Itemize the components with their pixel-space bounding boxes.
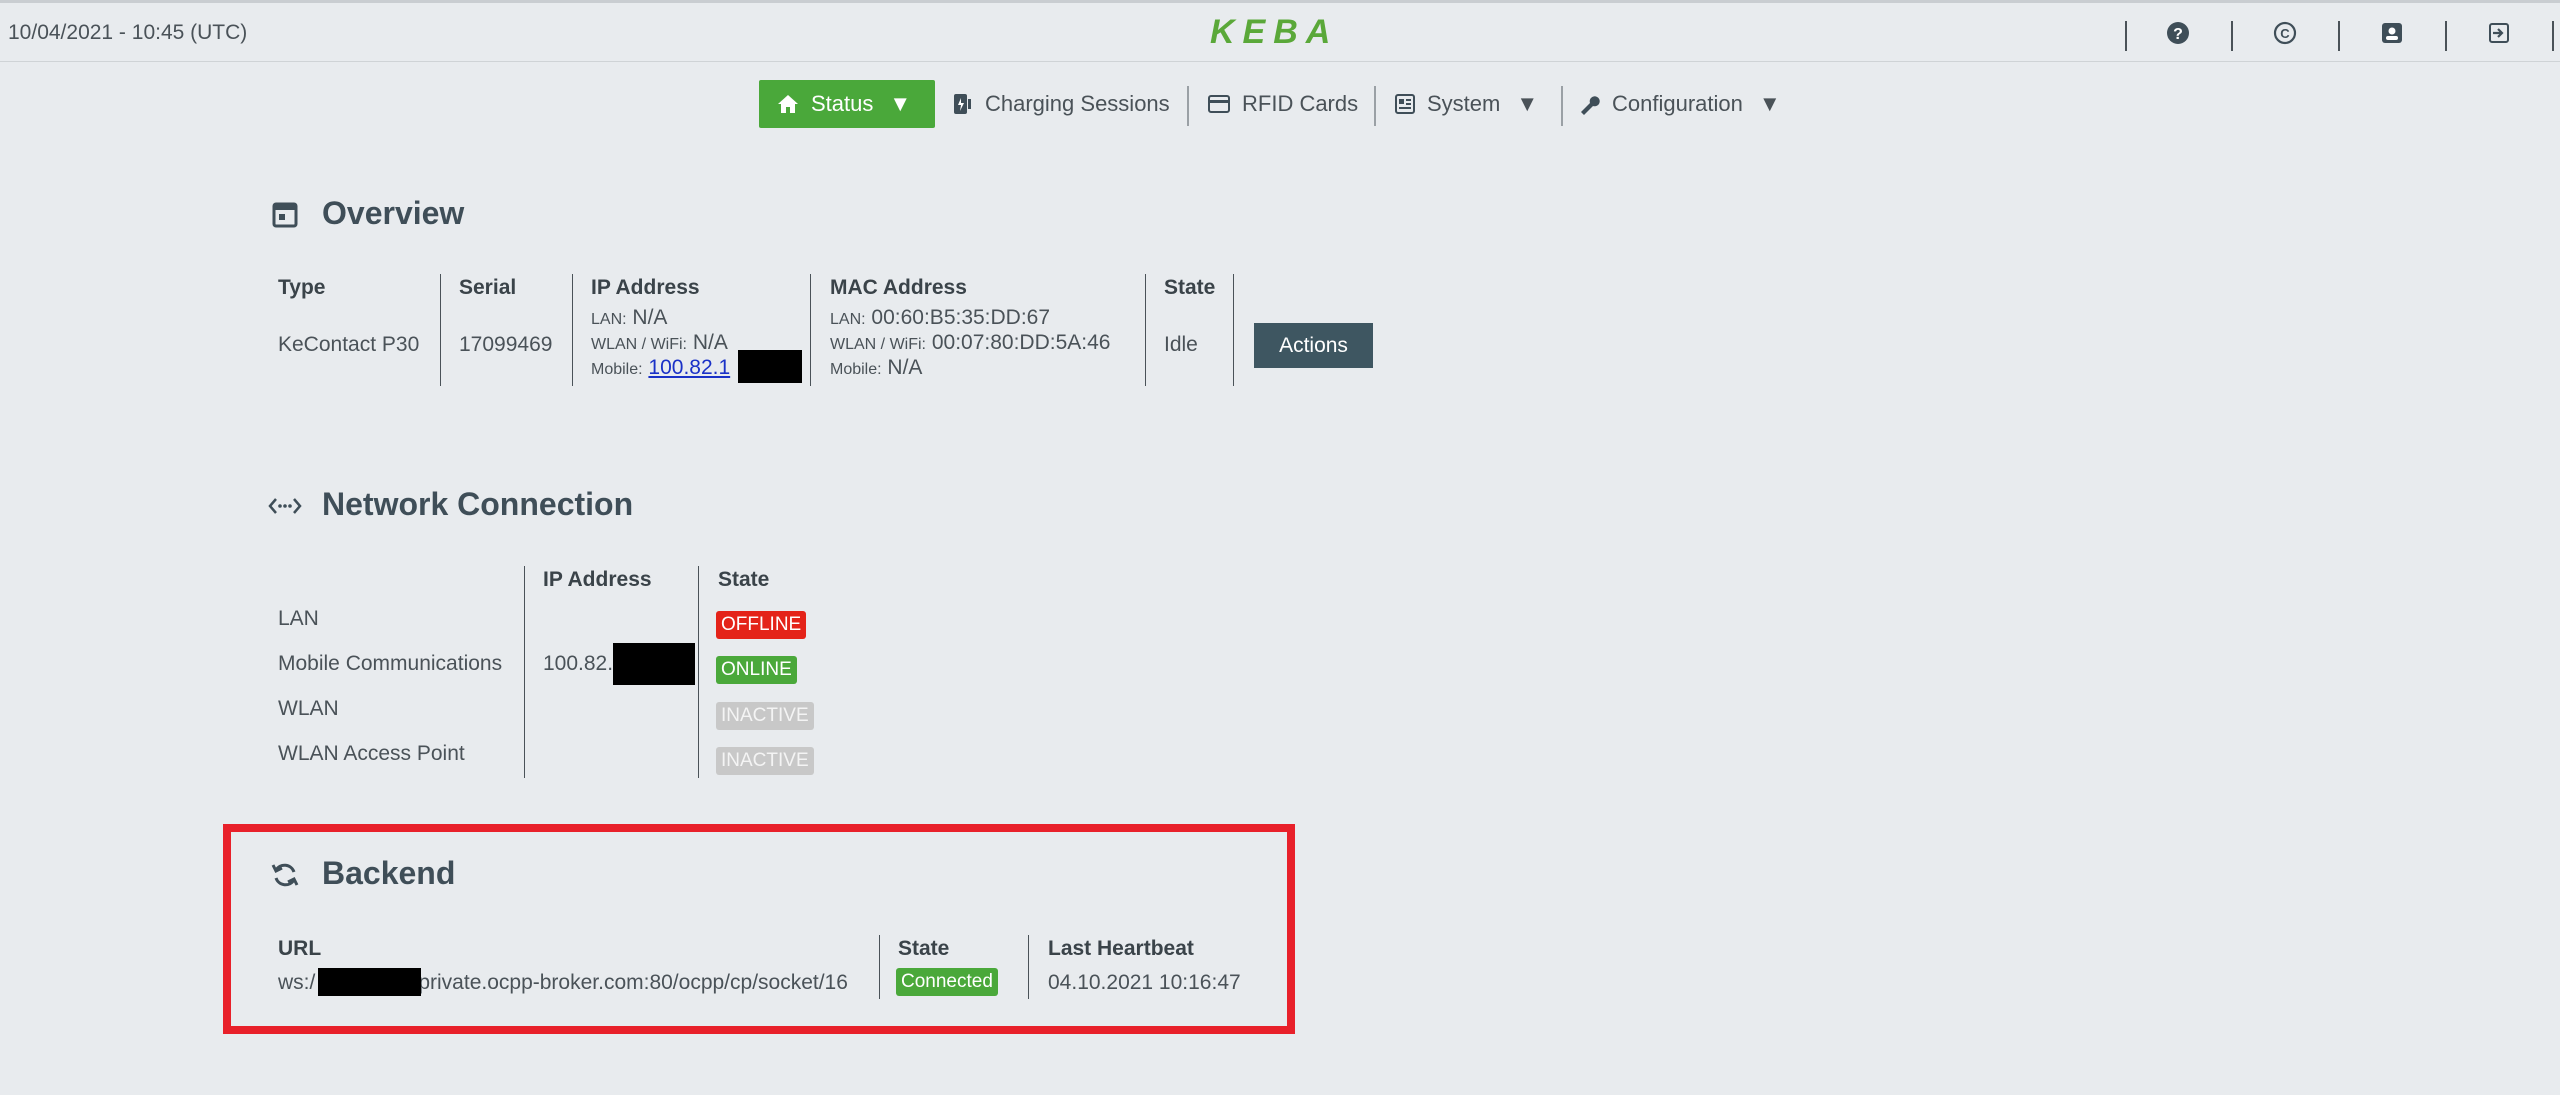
chevron-down-icon[interactable]: ▼ [889,91,911,117]
redaction-box [738,350,802,383]
backend-title: Backend [322,855,456,891]
status-badge: Connected [896,968,998,996]
column-divider [810,274,811,386]
status-badge: INACTIVE [716,702,814,730]
separator [1561,86,1563,126]
ip-lan: LAN: N/A [591,306,668,329]
network-row-lan: LAN [278,607,319,630]
nav-status-label: Status [811,91,874,116]
network-icon [268,498,302,514]
chevron-down-icon[interactable]: ▼ [1759,91,1781,117]
keba-logo: KEBA [1210,13,1339,51]
card-icon [1208,95,1230,113]
actions-button[interactable]: Actions [1254,323,1373,368]
nav-configuration[interactable]: Configuration ▼ [1578,80,1781,128]
network-title: Network Connection [322,486,634,522]
column-divider [1145,274,1146,386]
col-header-ip: IP Address [591,276,700,299]
column-divider [440,274,441,386]
col-header-state: State [1164,276,1216,299]
mac-lan: LAN: 00:60:B5:35:DD:67 [830,306,1051,329]
svg-text:C: C [2280,26,2290,41]
help-icon[interactable]: ? [2166,21,2190,45]
charger-type: KeContact P30 [278,333,420,356]
copyright-icon[interactable]: C [2273,21,2297,45]
separator [1374,86,1376,126]
mobile-ip: 100.82. [543,652,614,675]
nav-charging-sessions[interactable]: Charging Sessions [953,80,1170,128]
mac-wlan: WLAN / WiFi: 00:07:80:DD:5A:46 [830,331,1111,354]
home-icon [778,95,798,113]
calendar-icon [272,202,298,228]
charging-sessions-icon [954,94,971,114]
network-row-mobile: Mobile Communications [278,652,503,675]
col-header-heartbeat: Last Heartbeat [1048,937,1194,960]
col-header-ip: IP Address [543,568,652,591]
column-divider [1028,935,1029,999]
separator [2231,21,2233,51]
nav-system[interactable]: System ▼ [1395,80,1538,128]
column-divider [879,935,880,999]
status-badge: INACTIVE [716,747,814,775]
col-header-state: State [898,937,950,960]
separator [2125,21,2127,51]
col-header-state: State [718,568,770,591]
datetime: 10/04/2021 - 10:45 (UTC) [8,21,248,44]
nav-rfid-cards[interactable]: RFID Cards [1208,80,1358,128]
column-divider [524,566,525,778]
redaction-box [613,643,695,685]
mobile-ip-link[interactable]: 100.82.1 [648,356,730,379]
last-heartbeat: 04.10.2021 10:16:47 [1048,971,1241,994]
sync-icon [271,863,299,887]
overview-title: Overview [322,195,465,231]
status-badge: ONLINE [716,656,797,684]
nav-charging-sessions-label: Charging Sessions [985,91,1170,116]
col-header-url: URL [278,937,322,960]
network-row-wlan-ap: WLAN Access Point [278,742,465,765]
ip-wlan: WLAN / WiFi: N/A [591,331,728,354]
col-header-type: Type [278,276,326,299]
column-divider [572,274,573,386]
col-header-serial: Serial [459,276,517,299]
redaction-box [318,968,421,996]
top-bar: 10/04/2021 - 10:45 (UTC) KEBA ? C [0,0,2560,62]
separator [2338,21,2340,51]
network-row-wlan: WLAN [278,697,339,720]
nav-configuration-label: Configuration [1612,91,1743,116]
col-header-mac: MAC Address [830,276,967,299]
ip-mobile: Mobile: 100.82.1 [591,356,731,379]
chevron-down-icon[interactable]: ▼ [1516,91,1538,117]
nav-status[interactable]: Status ▼ [759,80,935,128]
wrench-icon [1581,96,1600,115]
charger-serial: 17099469 [459,333,553,356]
status-badge: OFFLINE [716,611,807,639]
nav-system-label: System [1427,91,1501,116]
nav-rfid-cards-label: RFID Cards [1242,91,1359,116]
user-icon[interactable] [2380,21,2404,45]
system-icon [1395,94,1415,114]
column-divider [698,566,699,778]
separator [1187,86,1189,126]
column-divider [1233,274,1234,386]
charger-state: Idle [1164,333,1198,356]
svg-text:?: ? [2173,26,2183,43]
separator [2445,21,2447,51]
mac-mobile: Mobile: N/A [830,356,923,379]
logout-icon[interactable] [2487,21,2511,45]
separator [2552,21,2554,51]
